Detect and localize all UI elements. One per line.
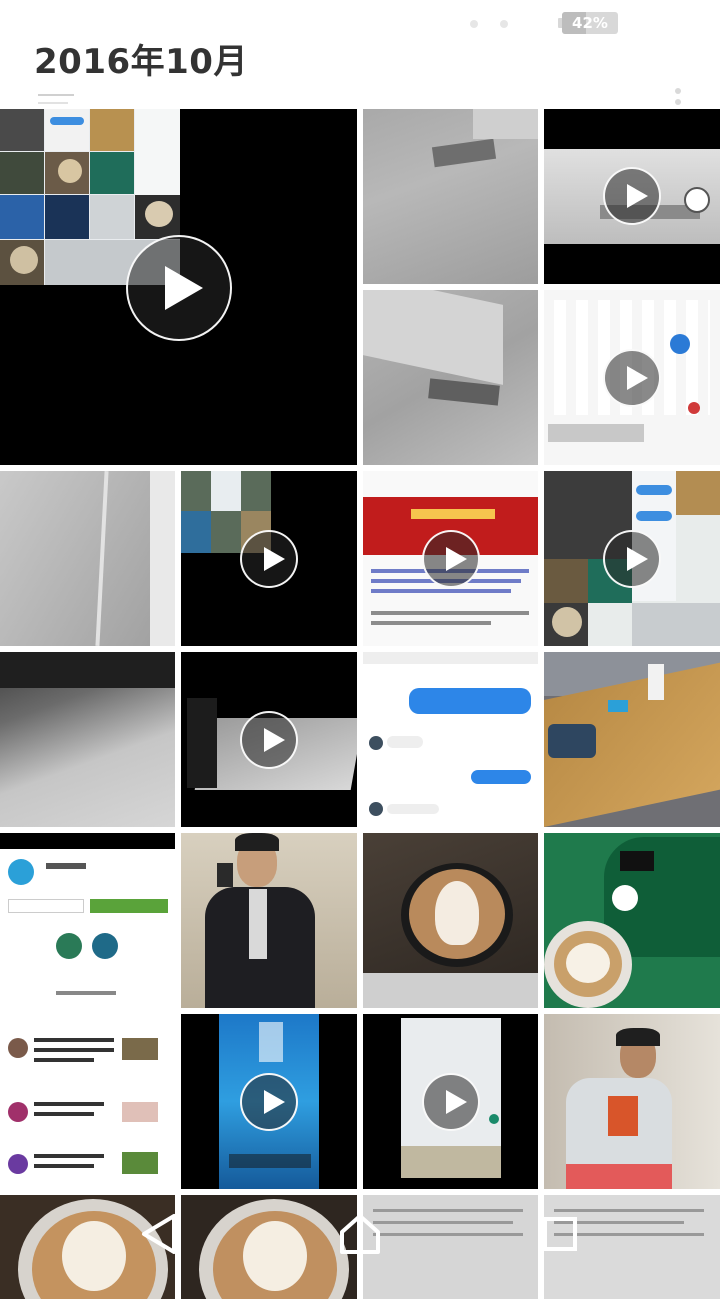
thumb-meeting-table[interactable] [544, 652, 720, 827]
play-icon [603, 530, 661, 588]
play-icon [603, 349, 661, 407]
page-title: 2016年10月 [34, 42, 248, 82]
thumb-feed-screenshot[interactable] [0, 1014, 175, 1189]
navigation-bar [0, 1190, 720, 1276]
header: 2016年10月 [0, 30, 720, 116]
thumb-ceiling-vent-1[interactable] [363, 109, 538, 284]
thumb-ceiling-vent-2[interactable] [363, 290, 538, 465]
play-icon [240, 711, 298, 769]
thumb-chat-collage-video[interactable] [544, 471, 720, 646]
play-icon [422, 1073, 480, 1131]
back-icon[interactable] [130, 1204, 190, 1264]
play-icon [422, 530, 480, 588]
recents-icon[interactable] [530, 1204, 590, 1264]
play-icon [126, 235, 232, 341]
thumb-phone-calendar-video[interactable] [363, 1014, 538, 1189]
home-icon[interactable] [330, 1204, 390, 1264]
thumb-floor-door[interactable] [0, 652, 175, 827]
thumb-lockscreen-video[interactable] [181, 1014, 357, 1189]
thumb-screenshot-collage-video[interactable] [0, 109, 357, 465]
thumb-collage-video[interactable] [181, 471, 357, 646]
thumb-latte-art-1[interactable] [363, 833, 538, 1008]
thumb-person-hallway[interactable] [544, 1014, 720, 1189]
thumb-chat-screenshot[interactable] [363, 652, 538, 827]
play-icon [240, 530, 298, 588]
thumb-dark-floor-video[interactable] [181, 652, 357, 827]
thumb-calendar-video[interactable] [544, 290, 720, 465]
scrub-indicator-2 [38, 102, 68, 104]
thumb-wall-corner[interactable] [0, 471, 175, 646]
thumb-starbucks-latte[interactable] [544, 833, 720, 1008]
play-icon [603, 167, 661, 225]
thumb-app-screenshot[interactable] [0, 833, 175, 1008]
wifi-icon [500, 20, 508, 28]
thumb-red-banner-page-video[interactable] [363, 471, 538, 646]
scrub-indicator [38, 94, 74, 96]
play-icon [240, 1073, 298, 1131]
thumb-ceiling-clock-video[interactable] [544, 109, 720, 284]
thumb-selfie-suit[interactable] [181, 833, 357, 1008]
signal-icon [470, 20, 478, 28]
